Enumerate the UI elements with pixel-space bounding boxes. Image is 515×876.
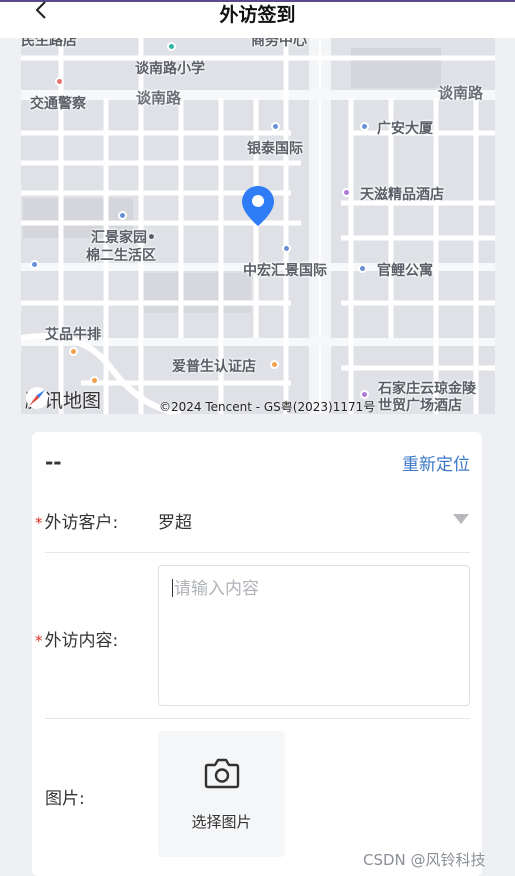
divider xyxy=(45,552,470,553)
poi-icon xyxy=(167,42,176,51)
nav-bar: 外访签到 xyxy=(0,1,515,38)
choose-image-label: 选择图片 xyxy=(191,813,252,831)
image-label: 图片: xyxy=(45,789,85,809)
page-title: 外访签到 xyxy=(219,4,296,26)
customer-select[interactable]: 罗超 xyxy=(158,508,192,533)
map-label: 谈南路小学 xyxy=(135,61,205,77)
map-label: 官鲤公寓 xyxy=(377,263,433,279)
poi-icon xyxy=(342,188,351,197)
map-label: 银泰国际 xyxy=(247,141,303,157)
sign-in-form-card: -- 重新定位 * 外访客户: 罗超 * 外访内容: 请输入内容 图片: 选择图片 xyxy=(32,432,482,876)
poi-icon xyxy=(358,264,367,273)
poi-icon xyxy=(118,211,127,220)
compass-icon xyxy=(26,387,48,409)
poi-icon xyxy=(271,122,280,131)
poi-icon xyxy=(270,360,279,369)
poi-icon xyxy=(90,376,99,385)
poi-icon xyxy=(282,244,291,253)
map-label: 爱普生认证店 xyxy=(172,359,256,375)
poi-icon xyxy=(55,77,64,86)
map-label: 汇景家园• xyxy=(91,230,156,246)
divider xyxy=(45,718,470,719)
text-cursor xyxy=(172,579,173,597)
current-location: -- xyxy=(45,450,62,474)
dropdown-caret-icon[interactable] xyxy=(453,514,469,524)
choose-image-button[interactable]: 选择图片 xyxy=(158,731,285,857)
map-label: 世贸广场酒店 xyxy=(378,398,462,414)
content-textarea[interactable]: 请输入内容 xyxy=(158,565,470,706)
tencent-map-logo: 腾讯地图 xyxy=(25,386,101,413)
required-mark: * xyxy=(35,514,43,532)
map-label: 商务中心 xyxy=(251,38,307,49)
map-label: 交通警察 xyxy=(30,96,86,112)
map-view[interactable]: 民生路店 商务中心 谈南路小学 谈南路 谈南路 交通警察 银泰国际 广安大厦 天… xyxy=(21,38,495,414)
map-attribution: ©2024 Tencent - GS粤(2023)1171号 xyxy=(159,400,376,414)
map-label: 民生路店 xyxy=(21,38,77,49)
content-label: 外访内容: xyxy=(44,631,119,651)
poi-icon xyxy=(30,260,39,269)
map-label: 广安大厦 xyxy=(377,121,433,137)
content-placeholder: 请输入内容 xyxy=(174,579,259,599)
customer-label-wrap: * 外访客户: xyxy=(35,508,118,533)
relocate-button[interactable]: 重新定位 xyxy=(402,450,470,475)
camera-icon xyxy=(204,758,240,789)
poi-icon xyxy=(69,347,78,356)
poi-icon xyxy=(360,122,369,131)
map-label: 中宏汇景国际 xyxy=(243,263,327,279)
required-mark: * xyxy=(35,632,43,650)
customer-label: 外访客户: xyxy=(44,513,119,533)
watermark: CSDN @风铃科技 xyxy=(363,851,486,869)
map-label: 艾品牛排 xyxy=(45,327,101,343)
map-road-label: 谈南路 xyxy=(136,89,182,107)
map-road-label: 谈南路 xyxy=(438,84,484,102)
map-label: 棉二生活区 xyxy=(86,248,156,264)
map-label: 天滋精品酒店 xyxy=(360,187,444,203)
content-label-wrap: * 外访内容: xyxy=(35,626,118,651)
location-pin-icon xyxy=(242,186,274,226)
